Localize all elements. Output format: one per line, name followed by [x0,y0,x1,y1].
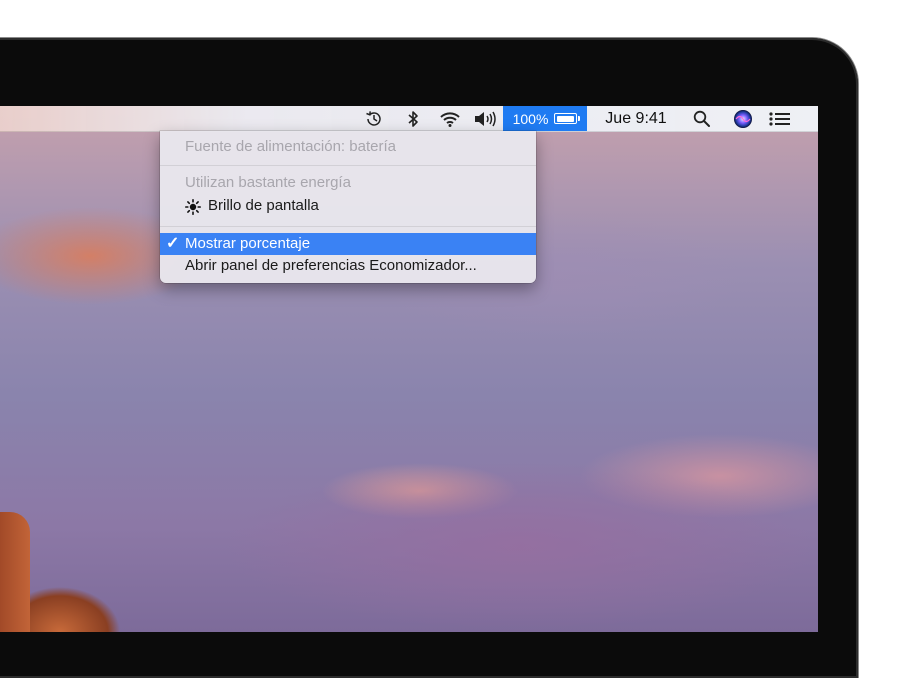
clock[interactable]: Jue 9:41 [596,106,676,131]
battery-icon [554,113,581,124]
menu-separator [160,165,536,166]
menu-separator [160,226,536,227]
siri-icon[interactable] [732,106,754,131]
checkmark-icon: ✓ [166,235,180,252]
menu-item-screen-brightness[interactable]: Brillo de pantalla [160,195,536,217]
menu-item-open-energy-saver-prefs[interactable]: Abrir panel de preferencias Economizador… [160,255,536,277]
battery-menu-extra[interactable]: 100% [503,106,587,131]
power-source-label: Fuente de alimentación: batería [185,138,396,155]
time-machine-icon[interactable] [360,106,388,131]
spotlight-icon[interactable] [690,106,714,131]
battery-menu: Fuente de alimentación: batería Utilizan… [160,131,536,283]
wallpaper-cliff [0,512,30,632]
bluetooth-icon[interactable] [402,106,424,131]
menu-item-show-percentage[interactable]: ✓ Mostrar porcentaje [160,233,536,255]
wifi-icon[interactable] [436,106,464,131]
volume-icon[interactable] [471,106,499,131]
battery-percentage: 100% [512,110,549,127]
heavy-usage-header: Utilizan bastante energía [185,174,351,191]
menu-item-label: Brillo de pantalla [208,197,319,214]
notification-center-icon[interactable] [766,106,794,131]
brightness-icon [185,199,201,215]
menu-item-label: Mostrar porcentaje [185,235,311,252]
